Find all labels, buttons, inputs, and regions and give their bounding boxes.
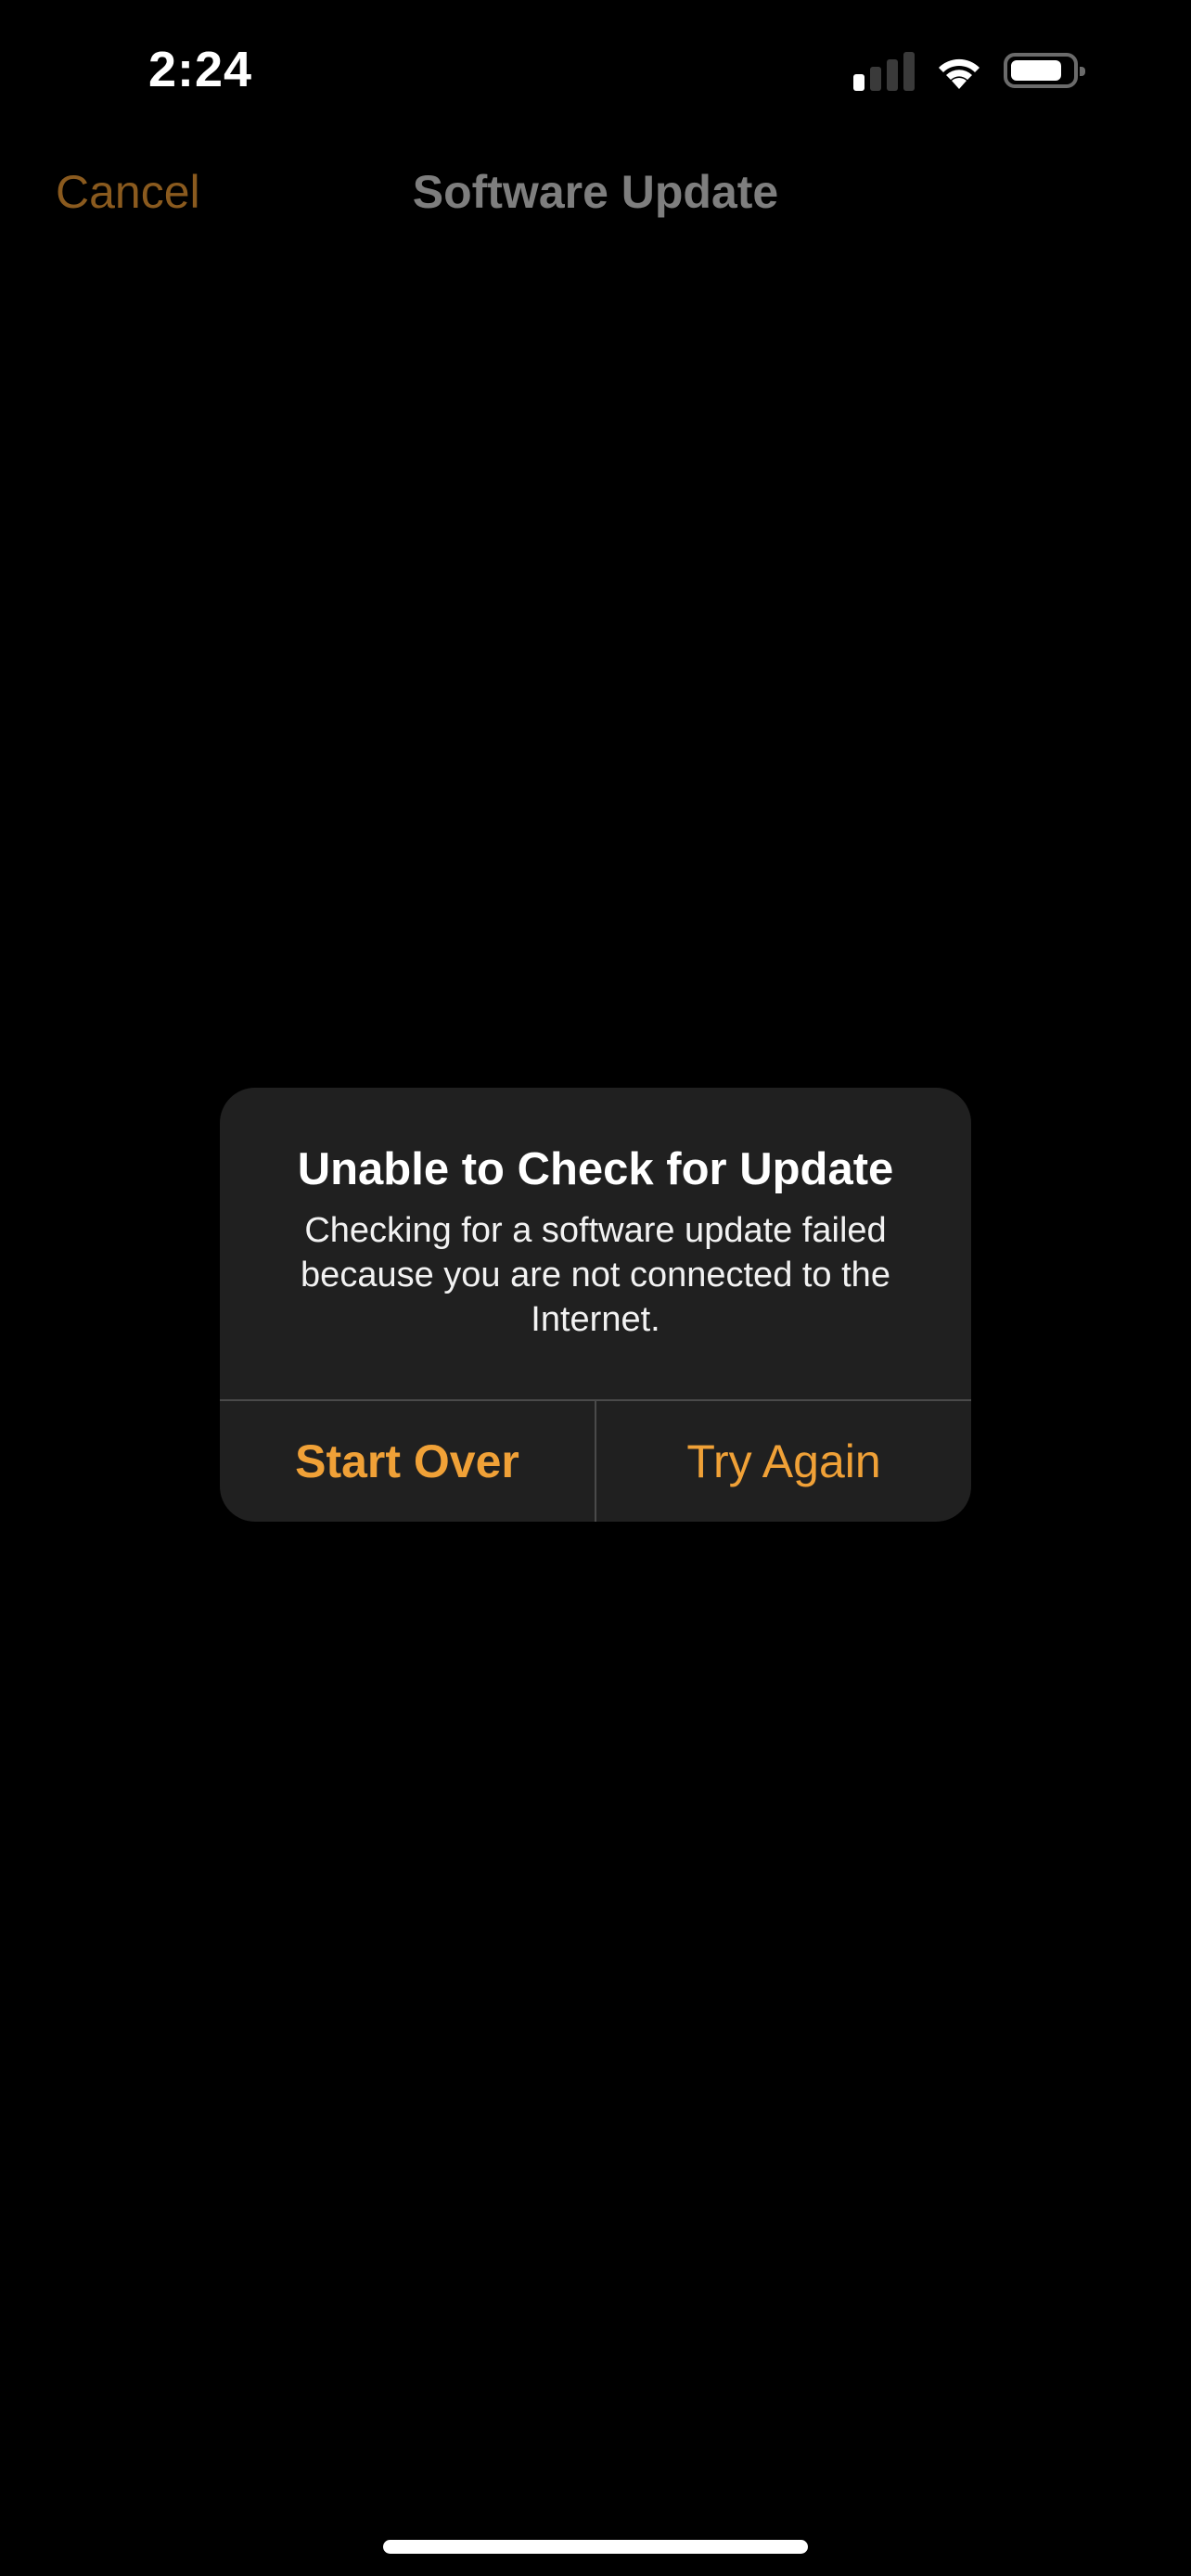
status-icons xyxy=(853,48,1085,93)
page-title: Software Update xyxy=(412,166,779,218)
alert-message: Checking for a software update failed be… xyxy=(301,1211,890,1339)
battery-fill xyxy=(1011,60,1062,81)
alert-dialog: Unable to Check for Update Checking for … xyxy=(220,1088,971,1522)
start-over-button[interactable]: Start Over xyxy=(220,1401,595,1522)
home-indicator[interactable] xyxy=(383,2540,808,2554)
try-again-button[interactable]: Try Again xyxy=(596,1401,971,1522)
alert-title: Unable to Check for Update xyxy=(297,1144,894,1194)
wifi-icon xyxy=(939,58,980,89)
battery-icon xyxy=(1004,53,1085,88)
status-time: 2:24 xyxy=(148,42,253,97)
cellular-signal-icon xyxy=(853,50,915,91)
